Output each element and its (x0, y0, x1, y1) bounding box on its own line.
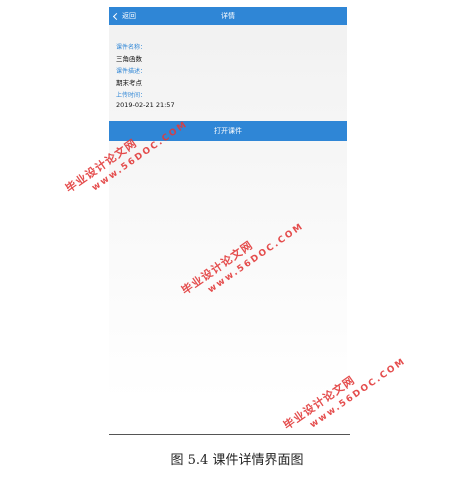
phone-screen: 返回 详情 课件名称： 三角函数 课件描述： 期末考点 上传时间： 2019-0… (109, 7, 347, 400)
page-title: 详情 (221, 12, 235, 20)
time-label: 上传时间： (116, 92, 147, 99)
desc-label: 课件描述： (116, 68, 147, 75)
name-value: 三角函数 (116, 55, 142, 63)
nav-bar: 返回 详情 (109, 7, 347, 25)
name-label: 课件名称： (116, 44, 147, 51)
desc-value: 期末考点 (116, 79, 142, 87)
caption-rule (109, 434, 350, 435)
figure-caption: 图 5.4 课件详情界面图 (170, 453, 304, 468)
time-value: 2019-02-21 21:57 (116, 101, 175, 109)
